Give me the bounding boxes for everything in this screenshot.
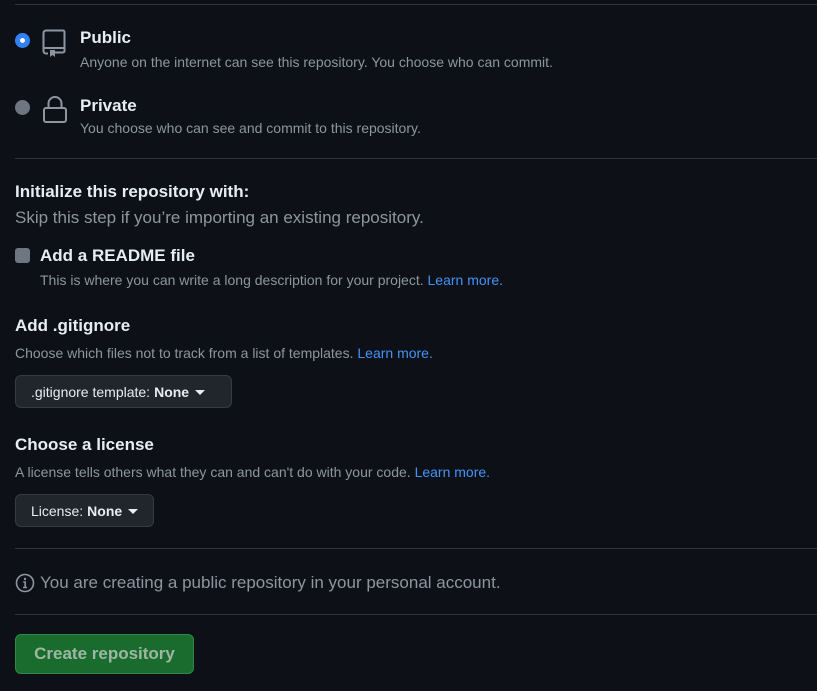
public-title: Public [80,28,132,47]
license-dropdown-prefix: License: [31,502,84,519]
gitignore-learn-more-link[interactable]: Learn more. [357,345,432,361]
create-repository-button[interactable]: Create repository [15,634,194,674]
lock-icon [42,96,68,126]
divider [15,4,817,5]
public-radio[interactable] [15,33,30,48]
gitignore-description-line: Choose which files not to track from a l… [15,345,433,361]
initialize-subtitle: Skip this step if you’re importing an ex… [15,208,424,227]
private-radio[interactable] [15,100,30,115]
visibility-info: You are creating a public repository in … [15,572,501,594]
public-description: Anyone on the internet can see this repo… [80,54,553,70]
create-repository-form: Public Anyone on the internet can see th… [0,0,817,691]
repo-icon [42,28,68,58]
private-title: Private [80,96,137,115]
divider [15,158,817,159]
readme-learn-more-link[interactable]: Learn more. [428,272,503,288]
readme-checkbox[interactable] [15,248,30,263]
readme-description-line: This is where you can write a long descr… [40,272,503,288]
license-learn-more-link[interactable]: Learn more. [415,464,490,480]
visibility-option-private[interactable]: Private You choose who can see and commi… [15,96,817,156]
gitignore-dropdown-prefix: .gitignore template: [31,383,151,400]
divider [15,548,817,549]
gitignore-title: Add .gitignore [15,316,131,335]
readme-label[interactable]: Add a README file [40,246,195,266]
divider [15,614,817,615]
caret-down-icon [195,389,206,395]
readme-description: This is where you can write a long descr… [40,272,424,288]
info-text: You are creating a public repository in … [40,573,501,592]
private-description: You choose who can see and commit to thi… [80,120,421,136]
license-description-line: A license tells others what they can and… [15,464,490,480]
gitignore-dropdown-value: None [154,383,190,400]
gitignore-description: Choose which files not to track from a l… [15,345,354,361]
license-dropdown-value: None [87,502,123,519]
license-dropdown[interactable]: License: None [15,494,154,527]
caret-down-icon [128,508,139,514]
visibility-option-public[interactable]: Public Anyone on the internet can see th… [15,28,817,88]
gitignore-template-dropdown[interactable]: .gitignore template: None [15,375,232,408]
license-title: Choose a license [15,435,154,454]
info-icon [15,573,35,593]
license-description: A license tells others what they can and… [15,464,411,480]
initialize-title: Initialize this repository with: [15,182,250,201]
